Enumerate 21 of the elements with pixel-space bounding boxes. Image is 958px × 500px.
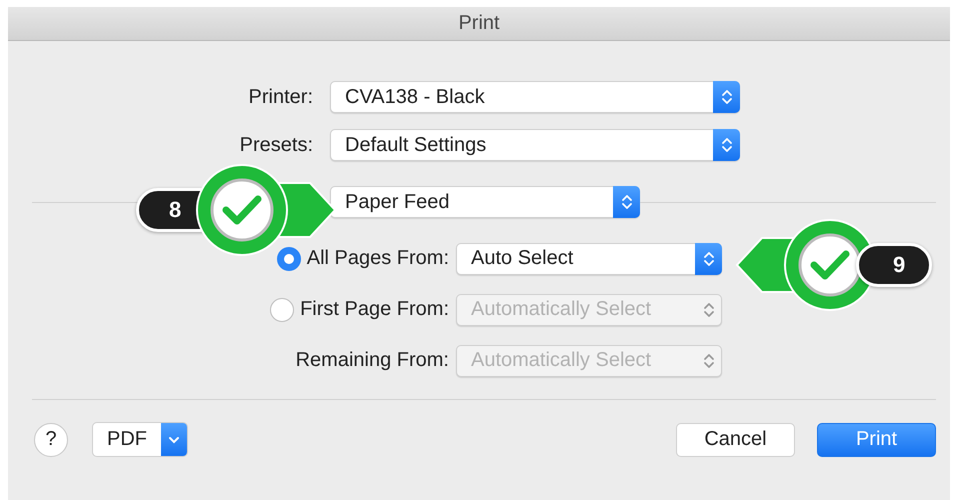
printer-dropdown[interactable]: CVA138 - Black [330,81,740,113]
source-dropdown[interactable]: Auto Select [456,242,722,274]
panel-dropdown[interactable]: Paper Feed [330,186,640,218]
window-title: Print [458,12,500,35]
stepper-icon [720,87,734,107]
source-label: First Page From: [300,298,449,321]
printer-label: Printer: [248,86,313,108]
cancel-button[interactable]: Cancel [676,422,795,456]
chevron-down-icon [168,436,180,444]
check-icon [222,196,262,224]
source-label: Remaining From: [296,349,449,372]
radio-button[interactable] [276,246,301,270]
source-label: All Pages From: [306,247,449,270]
stepper-icon [620,192,634,212]
stepper-icon [720,135,734,155]
check-icon [810,250,850,280]
presets-label: Presets: [238,134,313,156]
pdf-menu-button[interactable]: PDF [92,422,188,457]
help-button[interactable]: ? [34,422,68,456]
presets-dropdown[interactable]: Default Settings [330,129,740,161]
step-badge: 9 [856,243,932,287]
